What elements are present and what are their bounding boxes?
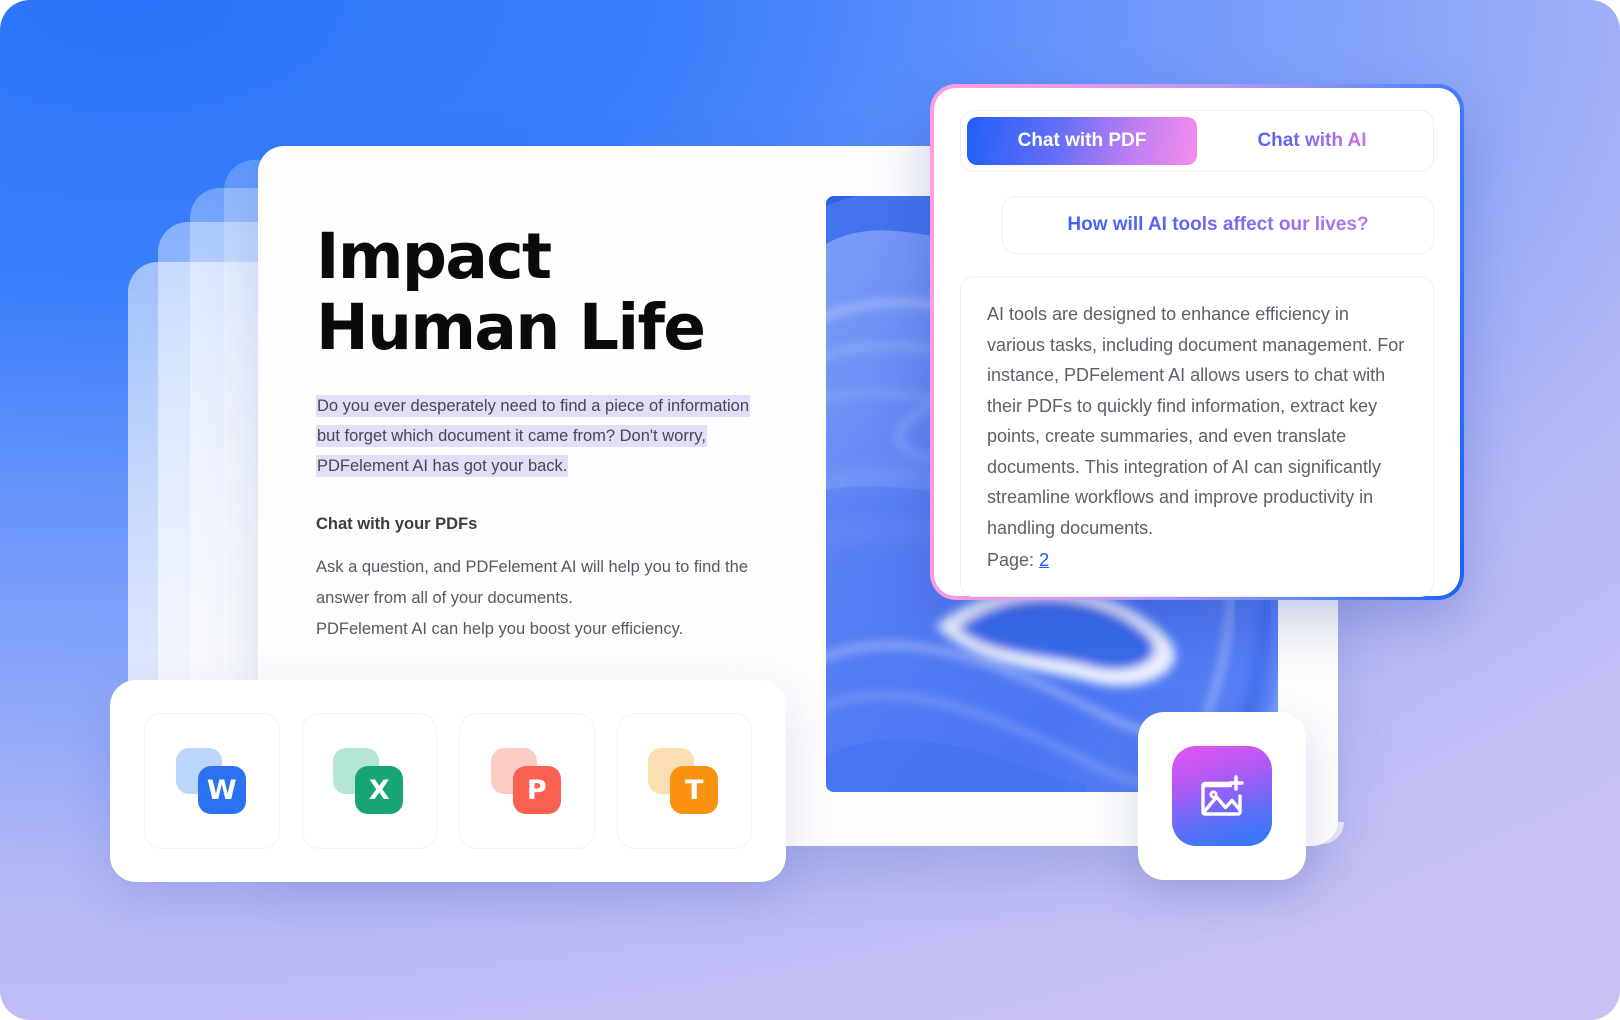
ai-answer-card: AI tools are designed to enhance efficie… [960, 276, 1434, 597]
ai-chat-panel: Chat with PDF Chat with AI How will AI t… [930, 84, 1464, 600]
highlighted-paragraph-text: Do you ever desperately need to find a p… [316, 395, 751, 478]
word-file-icon: W [175, 748, 248, 814]
tab-chat-with-ai[interactable]: Chat with AI [1197, 117, 1427, 165]
excel-icon-letter: X [368, 774, 390, 806]
promo-graphic: Impact Human Life Do you ever desperatel… [0, 0, 1620, 1020]
add-image-icon[interactable] [1172, 746, 1272, 846]
format-tile-text[interactable]: T [616, 713, 752, 849]
powerpoint-icon-letter: P [526, 774, 547, 806]
answer-page-reference: Page: 2 [987, 545, 1407, 576]
page-number-link[interactable]: 2 [1039, 550, 1049, 570]
excel-file-icon: X [333, 748, 405, 814]
chat-tab-bar: Chat with PDF Chat with AI [960, 110, 1434, 172]
document-body-text: Ask a question, and PDFelement AI will h… [316, 558, 748, 639]
powerpoint-icon-front-square: P [512, 766, 561, 814]
format-tile-word[interactable]: W [144, 713, 280, 849]
text-icon-front-square: T [670, 766, 719, 814]
format-tile-powerpoint[interactable]: P [459, 713, 595, 849]
page-label: Page: [987, 550, 1035, 570]
document-subheading: Chat with your PDFs [316, 515, 478, 534]
text-icon-letter: T [685, 774, 704, 806]
excel-icon-front-square: X [355, 766, 404, 814]
word-icon-letter: W [206, 774, 237, 806]
ai-chat-panel-inner: Chat with PDF Chat with AI How will AI t… [934, 88, 1460, 597]
add-image-card [1138, 712, 1306, 880]
word-icon-front-square: W [197, 766, 246, 814]
format-tile-excel[interactable]: X [301, 713, 437, 849]
powerpoint-file-icon: P [490, 748, 563, 814]
tab-chat-with-pdf[interactable]: Chat with PDF [967, 117, 1197, 165]
ai-answer-text: AI tools are designed to enhance efficie… [987, 304, 1405, 538]
user-question[interactable]: How will AI tools affect our lives? [1002, 196, 1434, 254]
highlighted-paragraph: Do you ever desperately need to find a p… [316, 391, 756, 481]
text-file-icon: T [648, 748, 720, 814]
page-title: Impact Human Life [316, 220, 706, 364]
supported-formats-card: W X P T [110, 680, 786, 882]
